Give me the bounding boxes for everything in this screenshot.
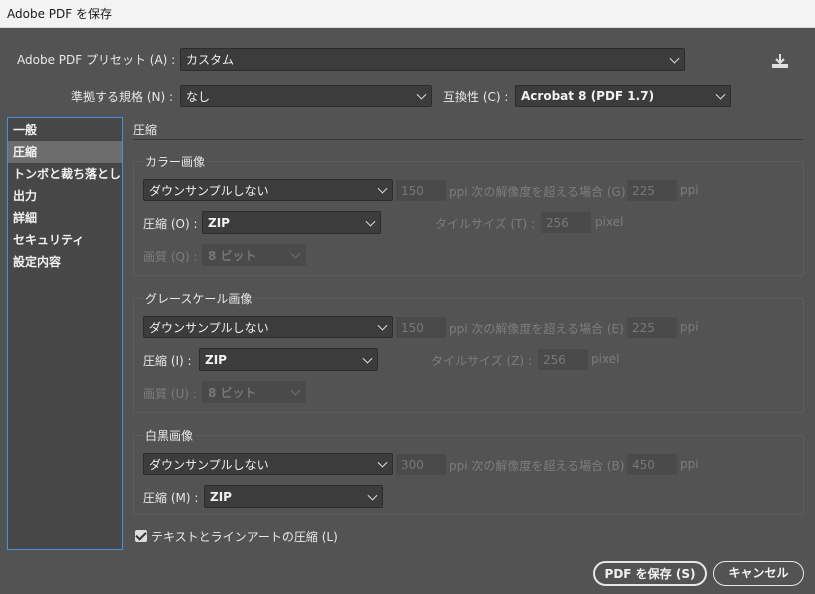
standard-value: なし	[186, 89, 211, 104]
gray-tile-label: タイルサイズ (Z) :	[431, 354, 532, 368]
preset-select[interactable]: カスタム	[180, 48, 685, 71]
chevron-down-icon	[669, 53, 680, 64]
gray-above-unit: ppi	[680, 320, 699, 334]
chevron-down-icon	[377, 320, 388, 331]
section-title: 圧縮	[133, 123, 158, 137]
color-tile-unit: pixel	[595, 215, 624, 229]
download-icon[interactable]	[771, 53, 789, 69]
chevron-down-icon	[362, 353, 373, 364]
color-above-field[interactable]: 225	[627, 180, 677, 201]
mono-compression-label: 圧縮 (M) :	[143, 491, 199, 505]
color-ppi-field[interactable]: 150	[396, 180, 446, 201]
color-quality-select[interactable]: 8 ビット	[202, 244, 306, 266]
preset-value: カスタム	[186, 53, 235, 67]
sidebar-item-security[interactable]: セキュリティ	[8, 229, 122, 251]
compress-text-checkbox[interactable]	[135, 530, 147, 542]
gray-above-field[interactable]: 225	[627, 317, 677, 338]
chevron-down-icon	[377, 183, 388, 194]
sidebar-item-summary[interactable]: 設定内容	[8, 251, 122, 273]
color-compression-select[interactable]: ZIP	[202, 211, 381, 234]
color-compression-label: 圧縮 (O) :	[143, 217, 198, 231]
color-images-title: カラー画像	[143, 153, 208, 170]
mono-ppi-text: ppi 次の解像度を超える場合 (B)	[449, 459, 625, 473]
gray-tile-unit: pixel	[591, 352, 620, 366]
gray-quality-label: 画質 (U) :	[143, 387, 197, 401]
sidebar-item-advanced[interactable]: 詳細	[8, 207, 122, 229]
chevron-down-icon	[377, 457, 388, 468]
standard-label: 準拠する規格 (N) :	[71, 90, 174, 104]
chevron-down-icon	[367, 490, 378, 501]
mono-compression-select[interactable]: ZIP	[204, 485, 383, 508]
mono-above-unit: ppi	[680, 457, 699, 471]
color-tile-field[interactable]: 256	[541, 212, 591, 233]
chevron-down-icon	[290, 248, 301, 259]
mono-images-title: 白黒画像	[143, 427, 196, 444]
compat-value: Acrobat 8 (PDF 1.7)	[521, 89, 655, 103]
mono-compression-value: ZIP	[210, 489, 232, 504]
color-compression-value: ZIP	[208, 215, 230, 230]
preset-label: Adobe PDF プリセット (A) :	[17, 53, 176, 67]
gray-compression-select[interactable]: ZIP	[199, 348, 378, 371]
gray-ppi-text: ppi 次の解像度を超える場合 (E)	[449, 322, 624, 336]
sidebar-item-general[interactable]: 一般	[8, 119, 122, 141]
sidebar: 一般 圧縮 トンボと裁ち落とし 出力 詳細 セキュリティ 設定内容	[7, 117, 123, 550]
chevron-down-icon	[416, 89, 427, 100]
chevron-down-icon	[365, 216, 376, 227]
compat-label: 互換性 (C) :	[443, 90, 509, 104]
color-above-unit: ppi	[680, 183, 699, 197]
color-sampling-select[interactable]: ダウンサンプルしない	[143, 179, 393, 201]
gray-tile-field[interactable]: 256	[538, 349, 588, 370]
color-quality-label: 画質 (Q) :	[143, 250, 198, 264]
sidebar-item-marks-bleeds[interactable]: トンボと裁ち落とし	[8, 163, 122, 185]
compress-text-label: テキストとラインアートの圧縮 (L)	[151, 530, 338, 544]
sidebar-item-output[interactable]: 出力	[8, 185, 122, 207]
section-divider	[133, 139, 803, 140]
mono-sampling-value: ダウンサンプルしない	[149, 457, 269, 472]
mono-above-field[interactable]: 450	[627, 454, 677, 475]
mono-ppi-field[interactable]: 300	[396, 454, 446, 475]
chevron-down-icon	[715, 89, 726, 100]
gray-quality-value: 8 ビット	[208, 385, 257, 400]
gray-images-title: グレースケール画像	[143, 290, 255, 307]
gray-compression-label: 圧縮 (I) :	[143, 354, 192, 368]
save-pdf-button[interactable]: PDF を保存 (S)	[593, 561, 707, 586]
sidebar-item-compression[interactable]: 圧縮	[8, 141, 122, 163]
gray-sampling-value: ダウンサンプルしない	[149, 320, 269, 335]
chevron-down-icon	[290, 385, 301, 396]
color-ppi-text: ppi 次の解像度を超える場合 (G)	[449, 185, 626, 199]
color-quality-value: 8 ビット	[208, 248, 257, 263]
standard-select[interactable]: なし	[180, 85, 432, 107]
window-title: Adobe PDF を保存	[0, 0, 815, 28]
mono-sampling-select[interactable]: ダウンサンプルしない	[143, 453, 393, 475]
gray-quality-select[interactable]: 8 ビット	[202, 381, 306, 403]
color-sampling-value: ダウンサンプルしない	[149, 183, 269, 198]
color-tile-label: タイルサイズ (T) :	[435, 217, 536, 231]
gray-sampling-select[interactable]: ダウンサンプルしない	[143, 316, 393, 338]
gray-ppi-field[interactable]: 150	[396, 317, 446, 338]
gray-compression-value: ZIP	[205, 352, 227, 367]
cancel-button[interactable]: キャンセル	[713, 561, 804, 586]
compat-select[interactable]: Acrobat 8 (PDF 1.7)	[515, 85, 731, 107]
